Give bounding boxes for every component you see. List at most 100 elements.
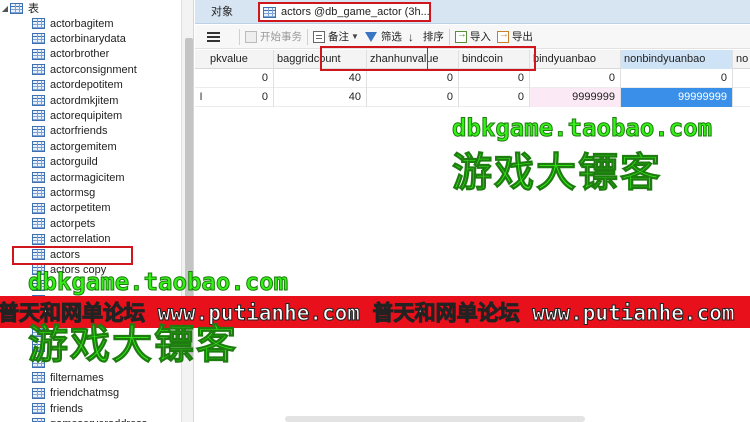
tree-item-table[interactable]: actorpets [32, 216, 95, 231]
tab-actors[interactable]: actors @db_game_actor (3h... [258, 2, 431, 22]
tree-item-table[interactable]: friends [32, 401, 83, 416]
tree-item-table[interactable]: actorbagitem [32, 16, 114, 31]
tree-item-label: actorbrother [50, 48, 110, 61]
tree-item-label: friendchatmsg [50, 387, 120, 400]
tree-root-tables[interactable]: ◢ 表 [0, 0, 39, 16]
cell-nonbindyuanbao[interactable]: 99999999 [621, 88, 733, 107]
cell-zhanhunvalue[interactable]: 0 [367, 69, 459, 88]
highlight-box-yuanbao-columns [320, 46, 536, 71]
memo-icon [313, 30, 325, 43]
cell-bindyuanbao[interactable]: 9999999 [530, 88, 621, 107]
tree-item-label: filternames [50, 371, 104, 384]
cell-pkvalue[interactable]: 0 [207, 88, 274, 107]
sort-button[interactable]: ↓ 排序 [408, 25, 444, 49]
row-indicator [195, 69, 207, 88]
tree-item-table[interactable]: actorrelation [32, 232, 111, 247]
watermark-url: dbkgame.taobao.com [451, 114, 713, 143]
cell-bindcoin[interactable]: 0 [459, 69, 530, 88]
tree-item-label: actorpets [50, 217, 96, 230]
table-icon [32, 125, 45, 137]
import-button[interactable]: 导入 [454, 25, 491, 49]
tree-item-table[interactable]: actorbrother [32, 47, 109, 62]
tree-item-label: actorequipitem [50, 109, 123, 122]
filter-icon [364, 31, 377, 42]
cell-bindcoin[interactable]: 0 [459, 88, 530, 107]
begin-transaction-button[interactable]: 开始事务 [245, 25, 302, 49]
watermark-url: dbkgame.taobao.com [27, 268, 289, 297]
hamburger-icon [207, 31, 220, 42]
table-row[interactable]: 0 40 0 0 0 0 [195, 69, 750, 88]
tree-item-table[interactable]: actorconsignment [32, 62, 137, 77]
tree-item-label: actorconsignment [50, 63, 137, 76]
filter-label: 筛选 [380, 31, 402, 43]
table-icon [32, 187, 45, 199]
export-label: 导出 [511, 31, 533, 43]
column-header-no[interactable]: no [733, 50, 750, 69]
tree-item-label: actorbinarydata [50, 32, 126, 45]
tree-item-table[interactable]: filternames [32, 370, 104, 385]
table-icon [32, 387, 45, 399]
tree-item-table[interactable]: actorguild [32, 155, 98, 170]
tree-item-table[interactable]: actordepotitem [32, 78, 123, 93]
tree-item-table[interactable]: actormagicitem [32, 170, 125, 185]
horizontal-scrollbar[interactable] [285, 416, 585, 422]
column-header-bindyuanbao[interactable]: bindyuanbao [530, 50, 621, 69]
collapse-arrow-icon[interactable]: ◢ [0, 4, 10, 13]
import-label: 导入 [469, 31, 491, 43]
table-icon [32, 18, 45, 29]
table-icon [32, 110, 45, 122]
table-icon [32, 372, 45, 384]
table-icon [263, 6, 276, 18]
tree-item-label: gameserveraddress [50, 418, 147, 422]
tree-item-label: actorbagitem [50, 17, 114, 30]
tree-item-table[interactable]: actormsg [32, 185, 95, 200]
sort-icon: ↓ [407, 29, 414, 44]
tree-item-table[interactable]: actorbinarydata [32, 31, 126, 46]
cell-nonbindyuanbao[interactable]: 0 [621, 69, 733, 88]
export-button[interactable]: 导出 [496, 25, 533, 49]
menu-button[interactable] [195, 25, 223, 49]
column-header-pkvalue[interactable]: pkvalue [207, 50, 274, 69]
tree-item-table[interactable]: actordmkjitem [32, 93, 118, 108]
tree-item-label: actordepotitem [50, 79, 123, 92]
tab-objects[interactable]: 对象 [211, 0, 233, 24]
watermark-cn: 游戏大镖客 [452, 150, 662, 197]
cell-pkvalue[interactable]: 0 [207, 69, 274, 88]
import-icon [454, 29, 467, 43]
tree-item-label: actorfriends [50, 125, 108, 138]
tree-item-label: actormagicitem [50, 171, 125, 184]
table-icon [32, 218, 45, 230]
memo-button[interactable]: 备注 ▼ [313, 25, 359, 49]
export-icon [496, 29, 509, 43]
cell-no[interactable] [733, 69, 750, 88]
tree-item-table[interactable]: actorpetitem [32, 201, 111, 216]
column-header-nonbindyuanbao[interactable]: nonbindyuanbao [621, 50, 733, 69]
chevron-down-icon[interactable]: ▼ [351, 32, 359, 41]
tree-item-label: actorrelation [50, 233, 111, 246]
cell-bindyuanbao[interactable]: 0 [530, 69, 621, 88]
tree-item-table[interactable]: actorfriends [32, 124, 107, 139]
tree-item-table[interactable]: actorequipitem [32, 108, 122, 123]
table-icon [32, 33, 45, 45]
cell-baggridcount[interactable]: 40 [274, 88, 367, 107]
row-indicator: I [199, 91, 203, 103]
table-icon [32, 141, 45, 153]
tree-item-label: actorpetitem [50, 202, 111, 215]
tree-item-table[interactable]: friendchatmsg [32, 386, 119, 401]
tree-root-label: 表 [28, 3, 39, 15]
memo-label: 备注 [328, 31, 349, 43]
tree-item-label: actordmkjitem [50, 94, 119, 107]
table-row[interactable]: I 0 40 0 0 9999999 99999999 [195, 88, 750, 107]
tree-item-label: friends [50, 402, 84, 415]
cell-no[interactable] [733, 88, 750, 107]
highlight-box-actors [12, 246, 133, 265]
tree-item-table[interactable]: actorgemitem [32, 139, 117, 154]
tree-item-label: actorguild [50, 156, 98, 169]
watermark-cn: 游戏大镖客 [28, 322, 238, 369]
cell-baggridcount[interactable]: 40 [274, 69, 367, 88]
filter-button[interactable]: 筛选 [364, 25, 402, 49]
toolbar-separator [239, 28, 240, 45]
toolbar-separator [307, 28, 308, 45]
tree-item-table[interactable]: gameserveraddress [32, 416, 147, 422]
cell-zhanhunvalue[interactable]: 0 [367, 88, 459, 107]
